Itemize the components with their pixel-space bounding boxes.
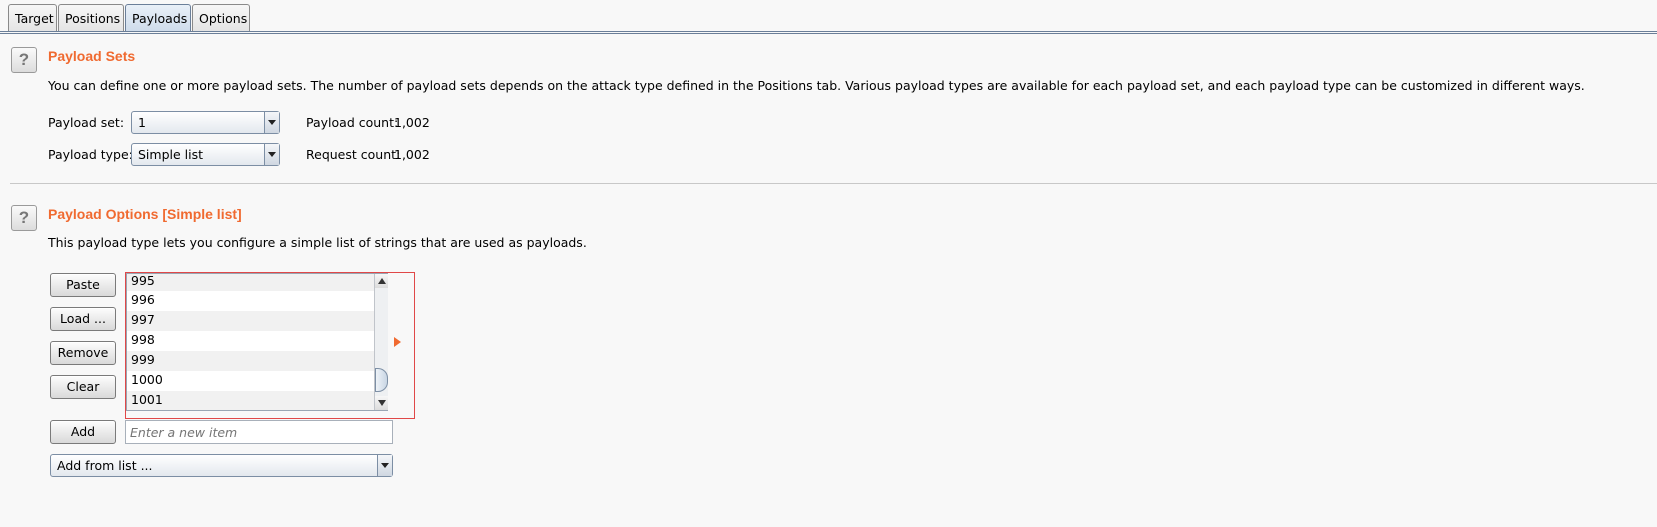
payload-sets-description: You can define one or more payload sets.… — [48, 78, 1585, 93]
payload-options-description: This payload type lets you configure a s… — [48, 235, 587, 250]
help-icon[interactable]: ? — [11, 205, 37, 231]
tab-bar: Target Positions Payloads Options — [0, 0, 1657, 34]
list-item[interactable]: 998 — [127, 331, 387, 351]
clear-button[interactable]: Clear — [50, 375, 116, 399]
list-scrollbar[interactable] — [374, 274, 388, 410]
payload-set-label: Payload set: — [48, 115, 125, 130]
chevron-down-icon — [377, 455, 392, 476]
expand-arrow-icon[interactable] — [394, 337, 401, 347]
list-item[interactable]: 996 — [127, 291, 387, 311]
tab-options[interactable]: Options — [192, 4, 250, 31]
scroll-down-icon[interactable] — [375, 396, 388, 410]
tab-positions[interactable]: Positions — [58, 4, 124, 31]
request-count-value: 1,002 — [394, 147, 430, 162]
load-button[interactable]: Load ... — [50, 307, 116, 331]
list-item[interactable]: 999 — [127, 351, 387, 371]
help-icon[interactable]: ? — [11, 47, 37, 73]
payload-type-dropdown[interactable]: Simple list — [131, 143, 280, 166]
payload-type-value: Simple list — [138, 147, 204, 162]
chevron-down-icon — [264, 112, 279, 133]
section-title-payload-sets: Payload Sets — [48, 48, 136, 64]
remove-button[interactable]: Remove — [50, 341, 116, 365]
paste-button[interactable]: Paste — [50, 273, 116, 297]
scrollbar-thumb[interactable] — [375, 368, 388, 392]
scroll-up-icon[interactable] — [375, 274, 388, 288]
payload-count-value: 1,002 — [394, 115, 430, 130]
list-item[interactable]: 1000 — [127, 371, 387, 391]
add-from-list-dropdown[interactable]: Add from list ... — [50, 454, 393, 477]
payload-list[interactable]: 995 996 997 998 999 1000 1001 — [126, 273, 388, 411]
payload-set-value: 1 — [138, 115, 146, 130]
payload-set-dropdown[interactable]: 1 — [131, 111, 280, 134]
section-title-payload-options: Payload Options [Simple list] — [48, 206, 242, 222]
tab-payloads[interactable]: Payloads — [125, 4, 191, 31]
payload-type-label: Payload type: — [48, 147, 133, 162]
new-item-input[interactable] — [125, 420, 393, 444]
chevron-down-icon — [264, 144, 279, 165]
add-from-list-label: Add from list ... — [57, 458, 153, 473]
list-item[interactable]: 1001 — [127, 391, 387, 410]
tab-target[interactable]: Target — [8, 4, 57, 31]
add-button[interactable]: Add — [50, 420, 116, 444]
list-item[interactable]: 997 — [127, 311, 387, 331]
payload-count-label: Payload count: — [306, 115, 399, 130]
section-divider — [10, 183, 1657, 184]
request-count-label: Request count: — [306, 147, 401, 162]
list-item[interactable]: 995 — [127, 274, 387, 291]
